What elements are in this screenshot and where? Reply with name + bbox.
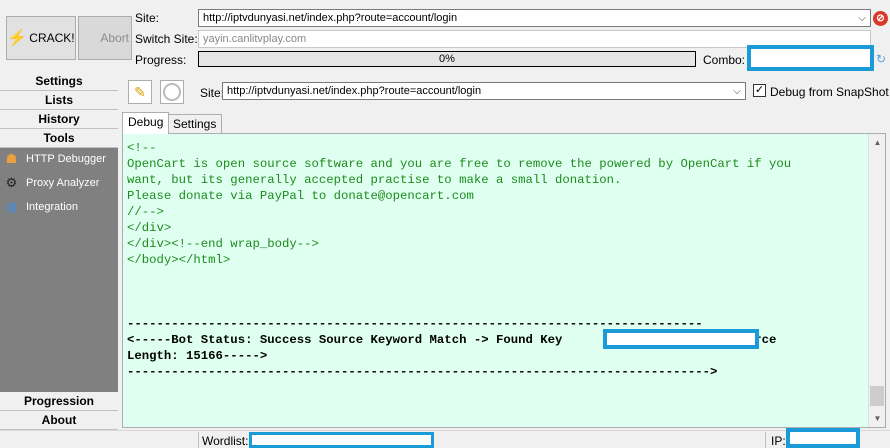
abort-button-label: Abort [100, 31, 129, 45]
switch-site-label: Switch Site: [135, 32, 198, 46]
crack-button-label: CRACK! [29, 31, 75, 45]
vertical-scrollbar[interactable]: ▲ ▼ [868, 134, 885, 427]
proxy-analyzer-icon: ⚙ [5, 175, 18, 190]
pen-button[interactable]: ✎ [128, 80, 152, 104]
stop-icon[interactable]: ⊘ [873, 11, 888, 26]
chevron-down-icon[interactable]: ⌵ [729, 86, 745, 97]
combo-redaction [747, 45, 874, 71]
pen-icon: ✎ [134, 83, 146, 100]
found-key-redaction [603, 329, 759, 349]
progress-bar: 0% [198, 51, 696, 67]
sidebar: Settings Lists History Tools ☗ HTTP Debu… [0, 72, 118, 430]
nav-tools[interactable]: Tools [0, 129, 118, 148]
wordlist-label: Wordlist: [202, 434, 249, 448]
switch-site-value: yayin.canlitvplay.com [203, 33, 307, 45]
tab-settings[interactable]: Settings [167, 114, 223, 134]
loading-icon [163, 83, 181, 101]
tool-integration[interactable]: ◍ Integration [3, 197, 78, 217]
debug-snapshot-checkbox[interactable]: ✓ [753, 84, 766, 97]
site-dropdown[interactable]: http://iptvdunyasi.net/index.php?route=a… [198, 9, 871, 27]
debug-site-value: http://iptvdunyasi.net/index.php?route=a… [227, 85, 482, 97]
status-bar [0, 430, 890, 448]
nav-settings[interactable]: Settings [0, 72, 118, 91]
lightning-icon: ⚡ [7, 30, 28, 47]
scroll-down-icon[interactable]: ▼ [869, 410, 886, 427]
site-value: http://iptvdunyasi.net/index.php?route=a… [203, 12, 458, 24]
nav-lists[interactable]: Lists [0, 91, 118, 110]
tool-label: Integration [26, 201, 78, 213]
crack-button[interactable]: ⚡ CRACK! [6, 16, 76, 60]
statusbar-divider [198, 432, 199, 448]
tool-http-debugger[interactable]: ☗ HTTP Debugger [3, 149, 106, 169]
nav-about[interactable]: About [0, 411, 118, 430]
abort-button[interactable]: Abort [78, 16, 132, 60]
chevron-down-icon[interactable]: ⌵ [854, 13, 870, 24]
refresh-icon[interactable]: ↻ [876, 52, 890, 66]
nav-progression[interactable]: Progression [0, 392, 118, 411]
debugger-icon: ☗ [5, 151, 18, 166]
statusbar-divider [765, 432, 766, 448]
tool-proxy-analyzer[interactable]: ⚙ Proxy Analyzer [3, 173, 100, 193]
progress-label: Progress: [135, 53, 187, 67]
reload-button[interactable] [160, 80, 184, 104]
ip-label: IP: [771, 434, 786, 448]
tool-label: Proxy Analyzer [26, 177, 100, 189]
scroll-up-icon[interactable]: ▲ [869, 134, 886, 151]
debug-site-label: Site: [200, 86, 225, 100]
tab-debug[interactable]: Debug [122, 112, 170, 134]
globe-icon: ◍ [5, 199, 18, 214]
tool-label: HTTP Debugger [26, 153, 106, 165]
combo-label: Combo: [703, 53, 746, 67]
source-text: <!-- OpenCart is open source software an… [127, 141, 792, 267]
debug-snapshot-label: Debug from SnapShot [770, 85, 889, 99]
ip-redaction [786, 428, 860, 448]
debug-site-dropdown[interactable]: http://iptvdunyasi.net/index.php?route=a… [222, 82, 746, 100]
wordlist-redaction [249, 432, 434, 448]
site-label: Site: [135, 11, 160, 25]
nav-history[interactable]: History [0, 110, 118, 129]
debug-output: <!-- OpenCart is open source software an… [122, 133, 886, 428]
scroll-thumb[interactable] [870, 386, 884, 406]
progress-text: 0% [439, 53, 455, 65]
